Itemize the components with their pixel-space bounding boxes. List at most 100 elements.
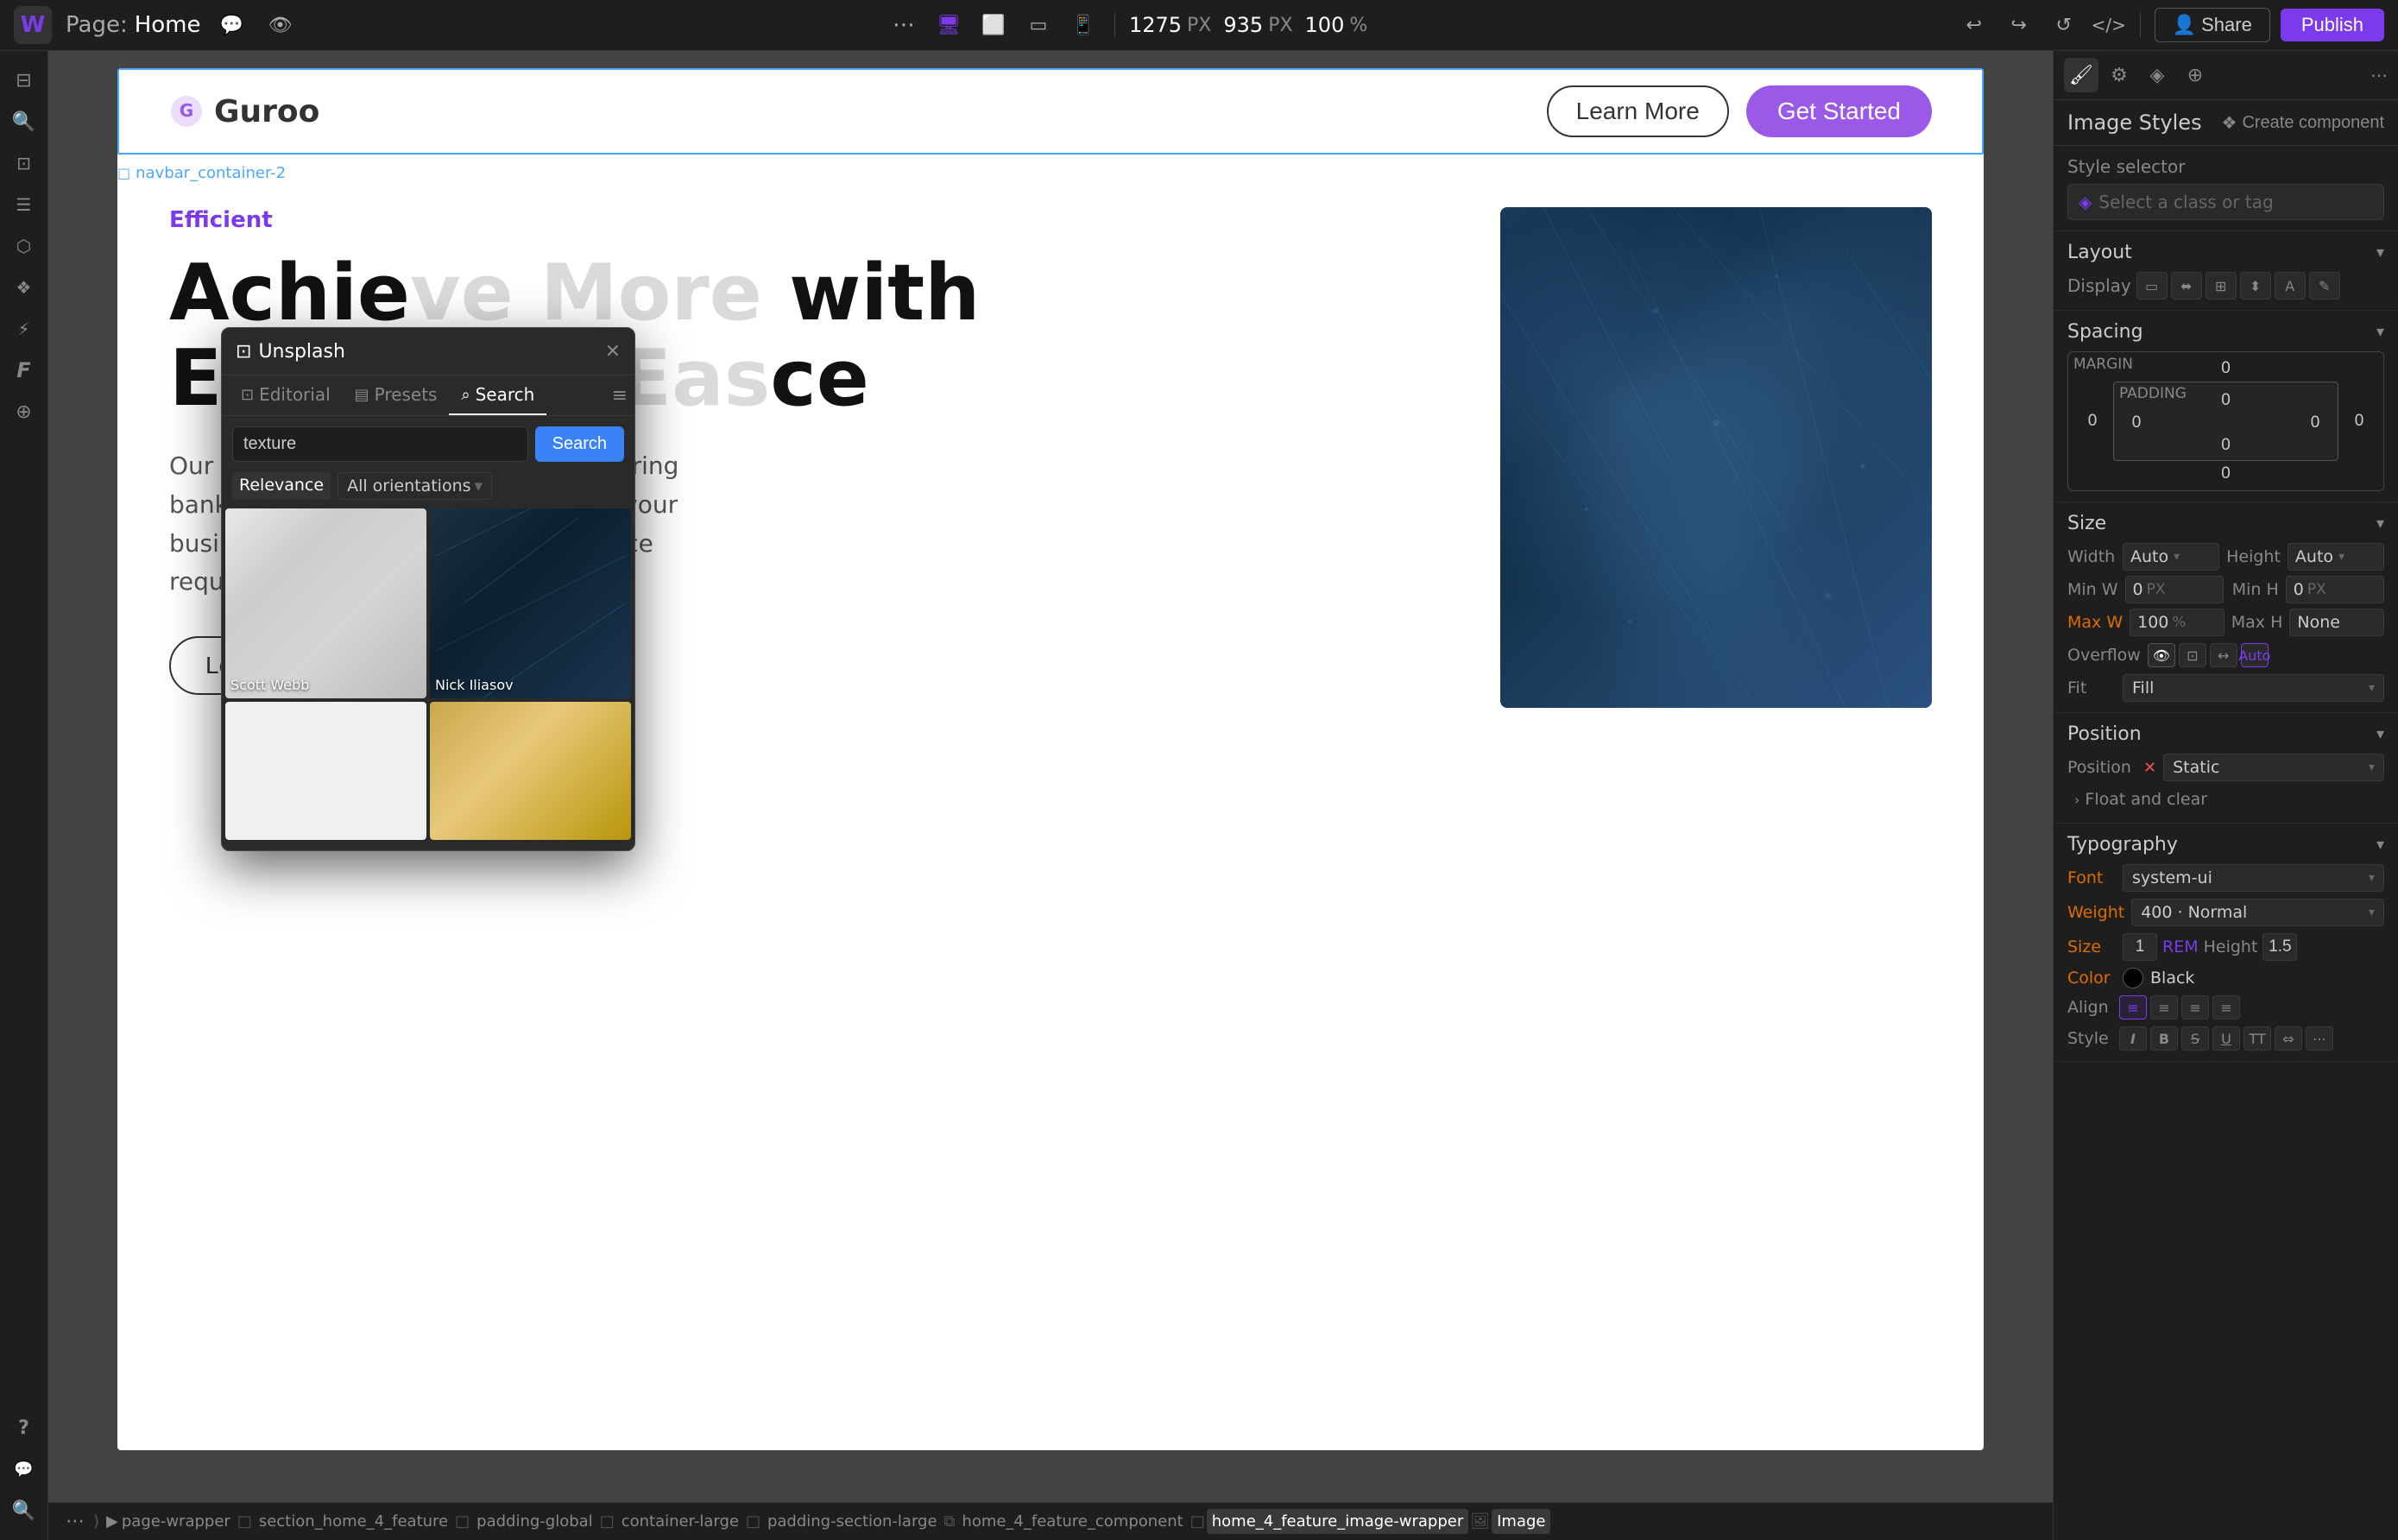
min-h-input[interactable]: 0 PX <box>2286 576 2384 603</box>
position-select[interactable]: Static ▾ <box>2163 754 2384 781</box>
tablet-v-icon[interactable]: ▭ <box>1021 8 1056 42</box>
align-right[interactable]: ≡ <box>2181 995 2209 1019</box>
breadcrumb-page-wrapper[interactable]: ▶ page-wrapper <box>101 1509 236 1534</box>
max-w-input[interactable]: 100 % <box>2130 609 2224 636</box>
sidebar-interactions[interactable]: ⚡ <box>5 310 43 348</box>
position-title[interactable]: Position ▾ <box>2067 723 2384 745</box>
padding-bottom-input[interactable] <box>2209 436 2243 455</box>
align-center[interactable]: ≡ <box>2150 995 2178 1019</box>
underline-icon[interactable]: U <box>2212 1026 2240 1051</box>
margin-right-input[interactable] <box>2342 412 2376 431</box>
breadcrumb-image-wrapper[interactable]: home_4_feature_image-wrapper <box>1207 1509 1469 1534</box>
strikethrough-icon[interactable]: S <box>2181 1026 2209 1051</box>
share-button[interactable]: 👤 Share <box>2155 8 2270 42</box>
uppercase-icon[interactable]: TT <box>2243 1026 2271 1051</box>
color-picker[interactable]: Black <box>2123 968 2384 988</box>
sidebar-font[interactable]: F <box>5 351 43 389</box>
unsplash-photo-4[interactable] <box>430 702 631 840</box>
padding-left-input[interactable] <box>2119 413 2154 432</box>
breadcrumb-dots[interactable]: ⋯ <box>59 1507 92 1536</box>
margin-left-input[interactable] <box>2075 412 2110 431</box>
sidebar-apps[interactable]: ⊕ <box>5 393 43 431</box>
sidebar-help[interactable]: ? <box>5 1409 43 1447</box>
style-selector-input[interactable]: ◈ Select a class or tag <box>2067 184 2384 220</box>
breadcrumb-image[interactable]: Image <box>1492 1509 1550 1534</box>
align-justify[interactable]: ≡ <box>2212 995 2240 1019</box>
dots-menu[interactable]: ⋯ <box>887 8 921 42</box>
line-height-input[interactable] <box>2262 933 2297 961</box>
display-grid[interactable]: ⊞ <box>2206 272 2237 300</box>
margin-top-input[interactable] <box>2209 359 2243 378</box>
unsplash-close-button[interactable]: ✕ <box>605 340 621 363</box>
display-flex-v[interactable]: ⬍ <box>2240 272 2271 300</box>
fit-select[interactable]: Fill ▾ <box>2123 674 2384 702</box>
editorial-tab[interactable]: ⊡ Editorial <box>229 376 343 415</box>
margin-bottom-input[interactable] <box>2209 464 2243 483</box>
italic-icon[interactable]: I <box>2119 1026 2147 1051</box>
orientation-filter[interactable]: All orientations ▾ <box>338 472 492 500</box>
breadcrumb-component[interactable]: home_4_feature_component <box>956 1509 1188 1534</box>
breadcrumb-padding-section[interactable]: padding-section-large <box>762 1509 943 1534</box>
display-edit[interactable]: ✎ <box>2309 272 2340 300</box>
spacing-title[interactable]: Spacing ▾ <box>2067 321 2384 343</box>
min-w-input[interactable]: 0 PX <box>2125 576 2224 603</box>
eye-icon[interactable]: 👁 <box>262 8 297 42</box>
relevance-filter[interactable]: Relevance <box>232 472 331 500</box>
publish-button[interactable]: Publish <box>2281 9 2384 41</box>
sidebar-find[interactable]: 🔍 <box>5 1492 43 1530</box>
sidebar-components[interactable]: ❖ <box>5 268 43 306</box>
unsplash-menu[interactable]: ≡ <box>612 385 628 407</box>
sidebar-cms[interactable]: ⊡ <box>5 144 43 182</box>
breadcrumb-container[interactable]: container-large <box>616 1509 744 1534</box>
padding-top-input[interactable] <box>2209 391 2243 410</box>
tablet-h-icon[interactable]: ⬜ <box>976 8 1011 42</box>
layout-title[interactable]: Layout ▾ <box>2067 242 2384 263</box>
unsplash-photo-2[interactable]: Nick Iliasov <box>430 508 631 698</box>
learn-more-nav-button[interactable]: Learn More <box>1547 85 1729 137</box>
size-title[interactable]: Size ▾ <box>2067 513 2384 534</box>
typography-title[interactable]: Typography ▾ <box>2067 834 2384 855</box>
sidebar-ecommerce[interactable]: ☰ <box>5 186 43 224</box>
overflow-auto[interactable]: Auto <box>2241 643 2269 667</box>
desktop-icon[interactable]: 🖥 <box>931 8 966 42</box>
unsplash-photo-3[interactable] <box>225 702 426 840</box>
create-component-button[interactable]: ❖ Create component <box>2222 112 2384 134</box>
unsplash-search-input[interactable] <box>232 426 528 462</box>
brush-tab[interactable]: 🖌 <box>2064 58 2098 92</box>
display-flex-h[interactable]: ⬌ <box>2171 272 2202 300</box>
presets-tab[interactable]: ▤ Presets <box>343 376 450 415</box>
w-logo[interactable]: W <box>14 6 52 44</box>
weight-select[interactable]: 400 · Normal ▾ <box>2131 899 2384 926</box>
mobile-icon[interactable]: 📱 <box>1066 8 1101 42</box>
sidebar-pages[interactable]: ⊟ <box>5 61 43 99</box>
breadcrumb-section[interactable]: section_home_4_feature <box>254 1509 453 1534</box>
font-select[interactable]: system-ui ▾ <box>2123 864 2384 892</box>
settings-tab[interactable]: ⚙ <box>2102 58 2136 92</box>
display-block[interactable]: ▭ <box>2136 272 2168 300</box>
panel-more-icon[interactable]: ⋯ <box>2370 65 2388 85</box>
unsplash-photo-1[interactable]: Scott Webb <box>225 508 426 698</box>
overflow-scroll-h[interactable]: ↔ <box>2210 643 2237 667</box>
sidebar-feedback[interactable]: 💬 <box>5 1450 43 1488</box>
more-style-icon[interactable]: ⋯ <box>2306 1026 2333 1051</box>
font-size-input[interactable] <box>2123 933 2157 961</box>
redo-icon[interactable]: ↪ <box>2002 8 2036 42</box>
code-icon[interactable]: </> <box>2092 8 2126 42</box>
height-input[interactable]: Auto ▾ <box>2288 543 2384 571</box>
display-none[interactable]: A <box>2275 272 2306 300</box>
refresh-icon[interactable]: ↺ <box>2047 8 2081 42</box>
more-tab[interactable]: ⊕ <box>2178 58 2212 92</box>
padding-right-input[interactable] <box>2298 413 2332 432</box>
align-left[interactable]: ≡ <box>2119 995 2147 1019</box>
style-tab[interactable]: ◈ <box>2140 58 2174 92</box>
breadcrumb-padding[interactable]: padding-global <box>471 1509 598 1534</box>
overflow-visible[interactable]: 👁 <box>2148 643 2175 667</box>
search-tab[interactable]: ⌕ Search <box>449 376 546 415</box>
unsplash-search-button[interactable]: Search <box>535 426 624 462</box>
max-h-input[interactable]: None <box>2289 609 2384 636</box>
sidebar-search[interactable]: 🔍 <box>5 103 43 141</box>
chat-icon[interactable]: 💬 <box>214 8 249 42</box>
get-started-button[interactable]: Get Started <box>1746 85 1932 137</box>
undo-icon[interactable]: ↩ <box>1957 8 1991 42</box>
spacing-icon[interactable]: ⇔ <box>2275 1026 2302 1051</box>
